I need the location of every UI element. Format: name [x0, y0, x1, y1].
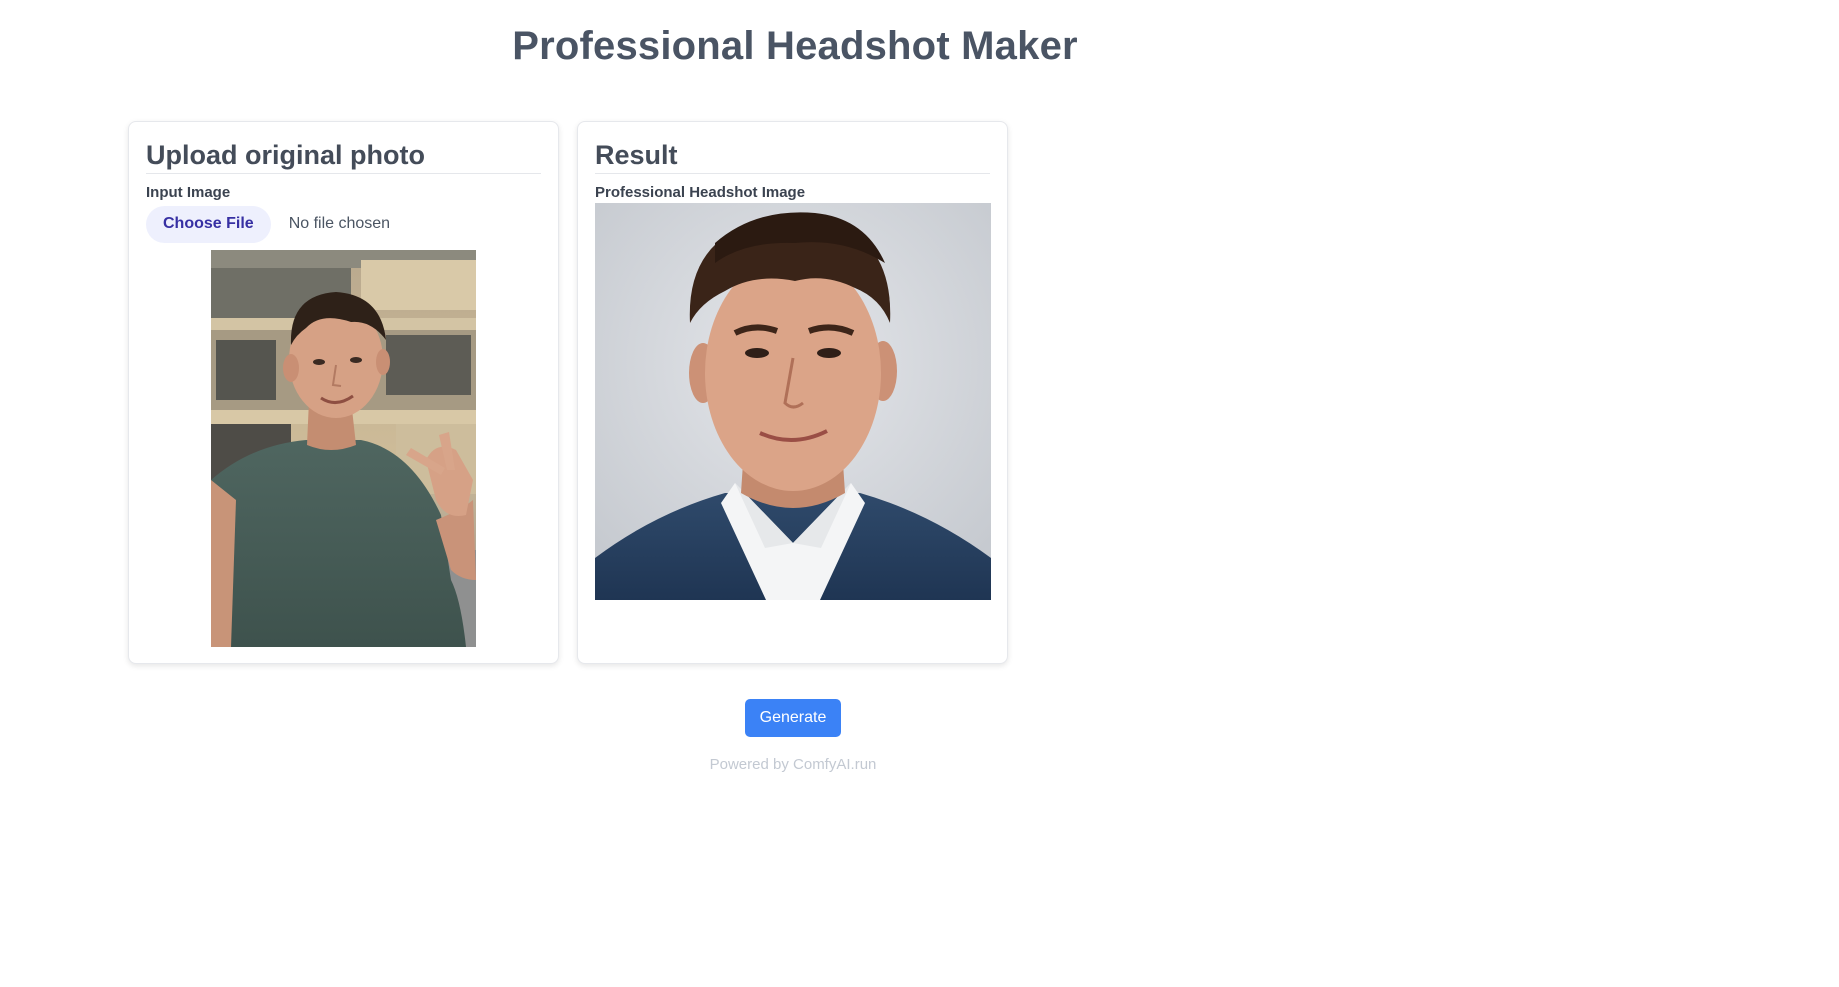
page: Professional Headshot Maker Upload origi…: [0, 0, 1839, 987]
result-card: Result Professional Headshot Image: [577, 121, 1008, 664]
headshot-photo-illustration: [595, 203, 991, 600]
input-photo: [211, 250, 476, 647]
footer-brand-link[interactable]: ComfyAI.run: [793, 756, 876, 773]
input-photo-illustration: [211, 250, 476, 647]
upload-card: Upload original photo Input Image Choose…: [128, 121, 559, 664]
input-image-label: Input Image: [146, 184, 231, 201]
generate-button[interactable]: Generate: [745, 699, 841, 737]
headshot-image-label: Professional Headshot Image: [595, 184, 806, 201]
choose-file-button[interactable]: Choose File: [146, 205, 271, 243]
file-status-text: No file chosen: [288, 215, 391, 232]
footer-prefix: Powered by: [709, 756, 794, 773]
page-title: Professional Headshot Maker: [512, 24, 1078, 68]
file-input[interactable]: Choose File No file chosen: [146, 205, 390, 243]
upload-card-heading: Upload original photo: [146, 140, 541, 174]
result-card-heading: Result: [595, 140, 990, 174]
headshot-photo: [595, 203, 991, 600]
footer: Powered by ComfyAI.run: [0, 756, 1586, 773]
